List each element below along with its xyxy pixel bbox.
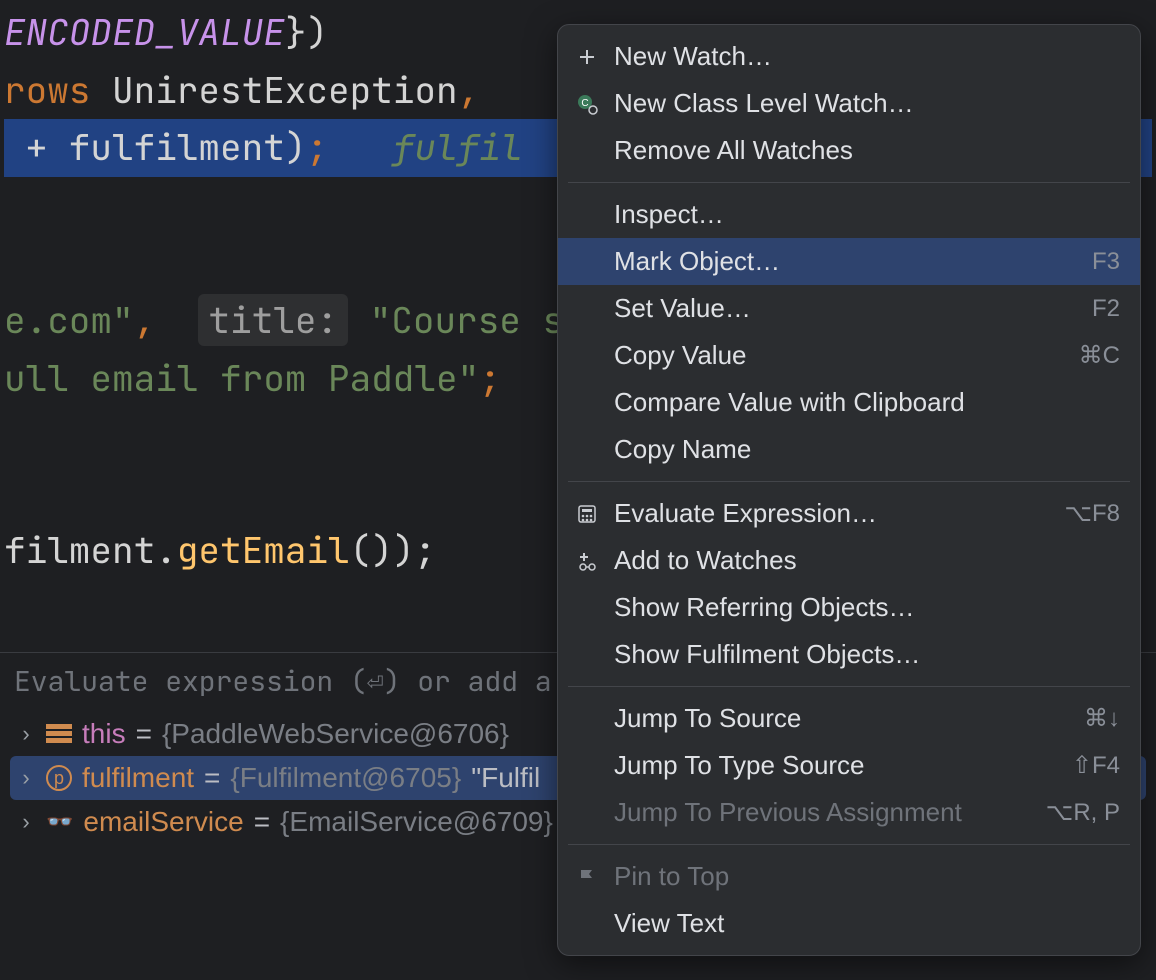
- menu-jump-to-source[interactable]: Jump To Source ⌘↓: [558, 695, 1140, 742]
- variable-value: {EmailService@6709}: [280, 806, 553, 838]
- menu-evaluate-expression[interactable]: Evaluate Expression… ⌥F8: [558, 490, 1140, 537]
- blank-icon: [574, 296, 600, 322]
- menu-show-referring[interactable]: Show Referring Objects…: [558, 584, 1140, 631]
- menu-separator: [568, 481, 1130, 482]
- flag-icon: [574, 864, 600, 890]
- blank-icon: [574, 138, 600, 164]
- blank-icon: [574, 706, 600, 732]
- shortcut: F3: [1092, 248, 1120, 276]
- blank-icon: [574, 437, 600, 463]
- menu-separator: [568, 182, 1130, 183]
- code-token: ());: [350, 526, 436, 574]
- debugger-context-menu: New Watch… C New Class Level Watch… Remo…: [557, 24, 1141, 956]
- code-token: ;: [306, 123, 392, 171]
- variable-value: {Fulfilment@6705}: [230, 762, 461, 794]
- code-token: ;: [479, 354, 501, 402]
- calculator-icon: [574, 501, 600, 527]
- menu-set-value[interactable]: Set Value… F2: [558, 285, 1140, 332]
- shortcut: ⌥F8: [1064, 499, 1120, 528]
- blank-icon: [574, 343, 600, 369]
- code-token: e.com": [4, 296, 134, 344]
- menu-remove-all-watches[interactable]: Remove All Watches: [558, 127, 1140, 174]
- menu-jump-previous-assignment: Jump To Previous Assignment ⌥R, P: [558, 789, 1140, 836]
- code-token: UnirestException: [90, 66, 457, 114]
- equals: =: [136, 718, 152, 750]
- menu-compare-clipboard[interactable]: Compare Value with Clipboard: [558, 379, 1140, 426]
- watch-icon: 👓: [46, 809, 73, 835]
- blank-icon: [574, 911, 600, 937]
- blank-icon: [574, 800, 600, 826]
- svg-text:C: C: [581, 98, 588, 109]
- menu-new-class-watch[interactable]: C New Class Level Watch…: [558, 80, 1140, 127]
- object-icon: [46, 724, 72, 744]
- code-token: }): [285, 8, 328, 56]
- menu-inspect[interactable]: Inspect…: [558, 191, 1140, 238]
- menu-add-to-watches[interactable]: Add to Watches: [558, 537, 1140, 584]
- expand-arrow-icon[interactable]: ›: [16, 765, 36, 791]
- code-token: + fulfilment): [4, 123, 306, 171]
- menu-copy-name[interactable]: Copy Name: [558, 426, 1140, 473]
- blank-icon: [574, 595, 600, 621]
- code-token: filment.: [4, 526, 177, 574]
- code-token: ,: [134, 296, 177, 344]
- shortcut: ⌥R, P: [1046, 798, 1120, 827]
- blank-icon: [574, 642, 600, 668]
- parameter-icon: p: [46, 765, 72, 791]
- expand-arrow-icon[interactable]: ›: [16, 809, 36, 835]
- code-token: ull email from Paddle": [4, 354, 479, 402]
- variable-name: this: [82, 718, 126, 750]
- shortcut: ⌘↓: [1084, 704, 1120, 733]
- code-token: ,: [458, 66, 480, 114]
- menu-mark-object[interactable]: Mark Object… F3: [558, 238, 1140, 285]
- add-watch-icon: [574, 548, 600, 574]
- code-token: rows: [4, 66, 90, 114]
- inline-hint: fulfil: [393, 123, 523, 171]
- code-token: getEmail: [177, 526, 350, 574]
- variable-name: emailService: [83, 806, 243, 838]
- menu-pin-to-top: Pin to Top: [558, 853, 1140, 900]
- blank-icon: [574, 390, 600, 416]
- blank-icon: [574, 753, 600, 779]
- menu-separator: [568, 844, 1130, 845]
- menu-jump-to-type-source[interactable]: Jump To Type Source ⇧F4: [558, 742, 1140, 789]
- param-hint: title:: [198, 294, 348, 346]
- code-token: ENCODED_VALUE: [4, 8, 285, 56]
- menu-separator: [568, 686, 1130, 687]
- menu-view-text[interactable]: View Text: [558, 900, 1140, 947]
- expand-arrow-icon[interactable]: ›: [16, 721, 36, 747]
- menu-new-watch[interactable]: New Watch…: [558, 33, 1140, 80]
- plus-icon: [574, 44, 600, 70]
- shortcut: ⇧F4: [1072, 751, 1120, 780]
- menu-show-fulfilment[interactable]: Show Fulfilment Objects…: [558, 631, 1140, 678]
- class-watch-icon: C: [574, 91, 600, 117]
- variable-string: "Fulfil: [471, 762, 540, 794]
- menu-copy-value[interactable]: Copy Value ⌘C: [558, 332, 1140, 379]
- variable-value: {PaddleWebService@6706}: [162, 718, 509, 750]
- equals: =: [204, 762, 220, 794]
- blank-icon: [574, 202, 600, 228]
- blank-icon: [574, 249, 600, 275]
- shortcut: ⌘C: [1079, 341, 1120, 370]
- variable-name: fulfilment: [82, 762, 194, 794]
- shortcut: F2: [1092, 295, 1120, 323]
- equals: =: [254, 806, 270, 838]
